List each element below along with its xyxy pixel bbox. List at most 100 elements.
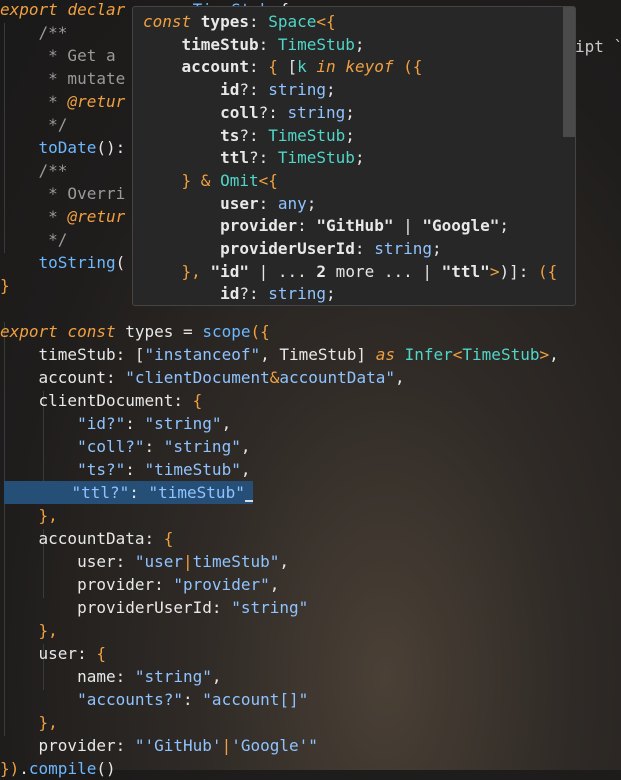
hover-token: : [258,34,278,54]
hover-token: provider [143,216,298,236]
hover-token: providerUserId [143,239,355,258]
hover-token: ; [431,239,442,258]
hover-line: timeStub: TimeStub; [143,33,365,56]
code-line: */ [0,113,67,136]
code-token: "ts?" [77,460,126,479]
hover-token: : [354,239,375,258]
hover-token: "id" [210,261,249,281]
code-token: , [549,345,559,364]
hover-token: ; [345,125,355,145]
code-token: clientDocument [0,391,174,410]
code-token: export [0,322,68,341]
hover-token: user [143,193,259,213]
code-line: }, [0,619,58,642]
code-line: clientDocument: { [0,389,203,412]
code-line: * Overri [0,182,125,205]
hover-token: ; [499,216,510,236]
code-token: /** [0,23,68,42]
code-token: : [115,552,135,571]
code-token: accountData" [279,368,395,387]
hover-token: <{ [258,170,278,190]
code-token: () [96,759,116,778]
code-token: * mutate [0,69,126,88]
code-token: providerUserId [0,598,212,617]
code-token: * Get a [0,46,116,65]
code-token: : [144,529,164,548]
hover-line: id?: string; [143,282,336,305]
code-line: * @retur [0,90,125,113]
code-token: , [269,575,280,594]
code-token: ({ [250,322,270,341]
code-token: : [144,437,164,456]
code-token: * [0,207,68,226]
code-token: "account[]" [202,690,309,709]
code-token: > [539,345,550,364]
code-token: TimeStub [279,345,357,364]
code-token: }) [0,759,20,778]
hover-scrollbar[interactable] [563,7,575,137]
code-token: , [279,552,290,571]
code-token: accountData [0,529,145,548]
code-token: "accounts?" [77,690,184,709]
code-token: "timeStub" [144,460,241,479]
code-token: : [115,667,135,686]
code-token: toString [0,253,116,272]
hover-token: Omit [220,170,259,190]
hover-token: id [143,80,240,100]
code-line: user: "user|timeStub", [0,550,289,573]
hover-token: }, [143,261,211,281]
code-token: ] [356,345,376,364]
code-token: , [394,368,405,387]
type-hover-popup[interactable]: const types: Space<{ timeStub: TimeStub;… [132,6,576,306]
hover-line: } & Omit<{ [143,169,278,192]
code-token: as [375,345,405,364]
hover-token: ts [143,125,240,145]
code-token: @retur [67,207,126,226]
hover-token: ; [354,34,365,54]
code-token: user [0,552,116,571]
hover-line: provider: "GitHub" | "Google"; [143,214,509,237]
code-token: name [0,667,116,686]
code-line: export const types = scope({ [0,320,270,343]
hover-token: : [297,216,317,236]
code-line: /** [0,21,68,44]
code-token: { [96,644,106,663]
code-token: | [183,552,193,571]
code-line: }, [0,504,58,527]
code-line: * mutate [0,67,125,90]
code-token: , [221,414,232,433]
hover-token: ; [326,80,336,100]
code-token: } [0,276,10,295]
hover-token: : [258,193,278,213]
code-token: : [77,644,97,663]
code-token: account [0,368,106,387]
code-token: const [67,322,126,341]
code-token: "string" [231,598,309,617]
hover-token: id [143,284,240,304]
hover-token: const [143,12,201,31]
hover-token: ?: [258,102,288,122]
code-line: toDate(): [0,136,126,159]
hover-token: [ [287,57,298,77]
hover-line: user: any; [143,192,316,215]
hover-token: } [143,170,201,190]
hover-token: : [248,12,269,31]
hover-token: timeStub [143,34,259,54]
hover-token: ?: [239,125,269,145]
hover-token: TimeStub [277,34,355,54]
hover-token: ?: [248,148,278,168]
right-text-fragment: ipt ` [575,37,621,56]
code-token: * [0,92,68,111]
code-line: "id?": "string", [0,412,231,435]
hover-token: ttl [143,148,249,168]
hover-line: providerUserId: string; [143,237,442,260]
code-line: user: { [0,642,106,665]
code-token: , [240,460,251,479]
code-token: (): [96,138,126,157]
hover-line: const types: Space<{ [143,10,336,33]
hover-token: ; [326,284,336,304]
code-token: "clientDocument [125,368,270,387]
